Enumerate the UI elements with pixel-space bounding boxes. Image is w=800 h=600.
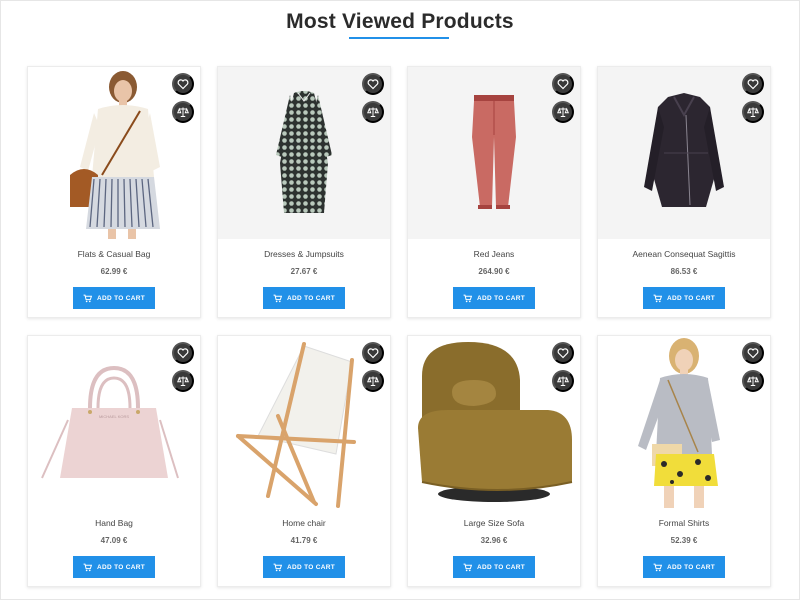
cart-icon: [273, 563, 283, 571]
product-image[interactable]: [408, 67, 580, 239]
compare-button[interactable]: [742, 370, 764, 392]
scale-icon: [177, 376, 189, 386]
product-image[interactable]: MICHAEL KORS: [28, 336, 200, 508]
wishlist-button[interactable]: [172, 73, 194, 95]
product-price: 86.53 €: [670, 267, 698, 276]
product-card[interactable]: Red Jeans 264.90 € ADD TO CART: [407, 66, 581, 318]
cart-icon: [653, 563, 663, 571]
product-grid: Flats & Casual Bag 62.99 € ADD TO CART D…: [0, 0, 800, 600]
product-price: 47.09 €: [100, 536, 128, 545]
heart-icon: [557, 79, 569, 90]
product-price: 62.99 €: [100, 267, 128, 276]
add-to-cart-button[interactable]: ADD TO CART: [73, 287, 155, 309]
compare-button[interactable]: [172, 101, 194, 123]
product-price: 27.67 €: [290, 267, 318, 276]
product-image[interactable]: [598, 67, 770, 239]
cart-icon: [83, 294, 93, 302]
add-to-cart-label: ADD TO CART: [477, 294, 525, 302]
add-to-cart-button[interactable]: ADD TO CART: [263, 287, 345, 309]
product-image[interactable]: [408, 336, 580, 508]
heart-icon: [747, 348, 759, 359]
heart-icon: [177, 79, 189, 90]
cart-icon: [463, 294, 473, 302]
heart-icon: [367, 79, 379, 90]
cart-icon: [273, 294, 283, 302]
wishlist-button[interactable]: [552, 73, 574, 95]
add-to-cart-label: ADD TO CART: [667, 563, 715, 571]
product-name[interactable]: Flats & Casual Bag: [28, 249, 200, 259]
cart-icon: [463, 563, 473, 571]
wishlist-button[interactable]: [172, 342, 194, 364]
wishlist-button[interactable]: [742, 73, 764, 95]
scale-icon: [747, 376, 759, 386]
add-to-cart-label: ADD TO CART: [477, 563, 525, 571]
compare-button[interactable]: [172, 370, 194, 392]
add-to-cart-button[interactable]: ADD TO CART: [263, 556, 345, 578]
add-to-cart-button[interactable]: ADD TO CART: [453, 287, 535, 309]
heart-icon: [177, 348, 189, 359]
product-card[interactable]: Flats & Casual Bag 62.99 € ADD TO CART: [27, 66, 201, 318]
product-name[interactable]: Home chair: [218, 518, 390, 528]
compare-button[interactable]: [362, 101, 384, 123]
wishlist-button[interactable]: [742, 342, 764, 364]
product-image[interactable]: [218, 67, 390, 239]
heart-icon: [557, 348, 569, 359]
add-to-cart-button[interactable]: ADD TO CART: [643, 287, 725, 309]
add-to-cart-label: ADD TO CART: [97, 294, 145, 302]
product-price: 41.79 €: [290, 536, 318, 545]
product-price: 52.39 €: [670, 536, 698, 545]
product-image[interactable]: [218, 336, 390, 508]
product-card[interactable]: Home chair 41.79 € ADD TO CART: [217, 335, 391, 587]
product-price: 32.96 €: [480, 536, 508, 545]
product-name[interactable]: Red Jeans: [408, 249, 580, 259]
product-name[interactable]: Large Size Sofa: [408, 518, 580, 528]
svg-text:MICHAEL KORS: MICHAEL KORS: [99, 414, 129, 419]
compare-button[interactable]: [552, 101, 574, 123]
scale-icon: [747, 107, 759, 117]
wishlist-button[interactable]: [362, 73, 384, 95]
product-name[interactable]: Aenean Consequat Sagittis: [598, 249, 770, 259]
cart-icon: [653, 294, 663, 302]
heart-icon: [367, 348, 379, 359]
wishlist-button[interactable]: [362, 342, 384, 364]
scale-icon: [367, 107, 379, 117]
product-card[interactable]: Dresses & Jumpsuits 27.67 € ADD TO CART: [217, 66, 391, 318]
scale-icon: [557, 107, 569, 117]
add-to-cart-button[interactable]: ADD TO CART: [453, 556, 535, 578]
product-card[interactable]: Aenean Consequat Sagittis 86.53 € ADD TO…: [597, 66, 771, 318]
product-image[interactable]: [28, 67, 200, 239]
add-to-cart-button[interactable]: ADD TO CART: [643, 556, 725, 578]
add-to-cart-label: ADD TO CART: [287, 294, 335, 302]
product-image[interactable]: [598, 336, 770, 508]
wishlist-button[interactable]: [552, 342, 574, 364]
product-card[interactable]: MICHAEL KORS Hand Bag 47.09 € ADD TO CAR…: [27, 335, 201, 587]
product-card[interactable]: Large Size Sofa 32.96 € ADD TO CART: [407, 335, 581, 587]
product-price: 264.90 €: [478, 267, 510, 276]
scale-icon: [367, 376, 379, 386]
scale-icon: [177, 107, 189, 117]
scale-icon: [557, 376, 569, 386]
add-to-cart-label: ADD TO CART: [667, 294, 715, 302]
product-card[interactable]: Formal Shirts 52.39 € ADD TO CART: [597, 335, 771, 587]
add-to-cart-label: ADD TO CART: [287, 563, 335, 571]
compare-button[interactable]: [552, 370, 574, 392]
compare-button[interactable]: [362, 370, 384, 392]
heart-icon: [747, 79, 759, 90]
add-to-cart-label: ADD TO CART: [97, 563, 145, 571]
cart-icon: [83, 563, 93, 571]
compare-button[interactable]: [742, 101, 764, 123]
product-name[interactable]: Formal Shirts: [598, 518, 770, 528]
add-to-cart-button[interactable]: ADD TO CART: [73, 556, 155, 578]
product-name[interactable]: Hand Bag: [28, 518, 200, 528]
product-name[interactable]: Dresses & Jumpsuits: [218, 249, 390, 259]
